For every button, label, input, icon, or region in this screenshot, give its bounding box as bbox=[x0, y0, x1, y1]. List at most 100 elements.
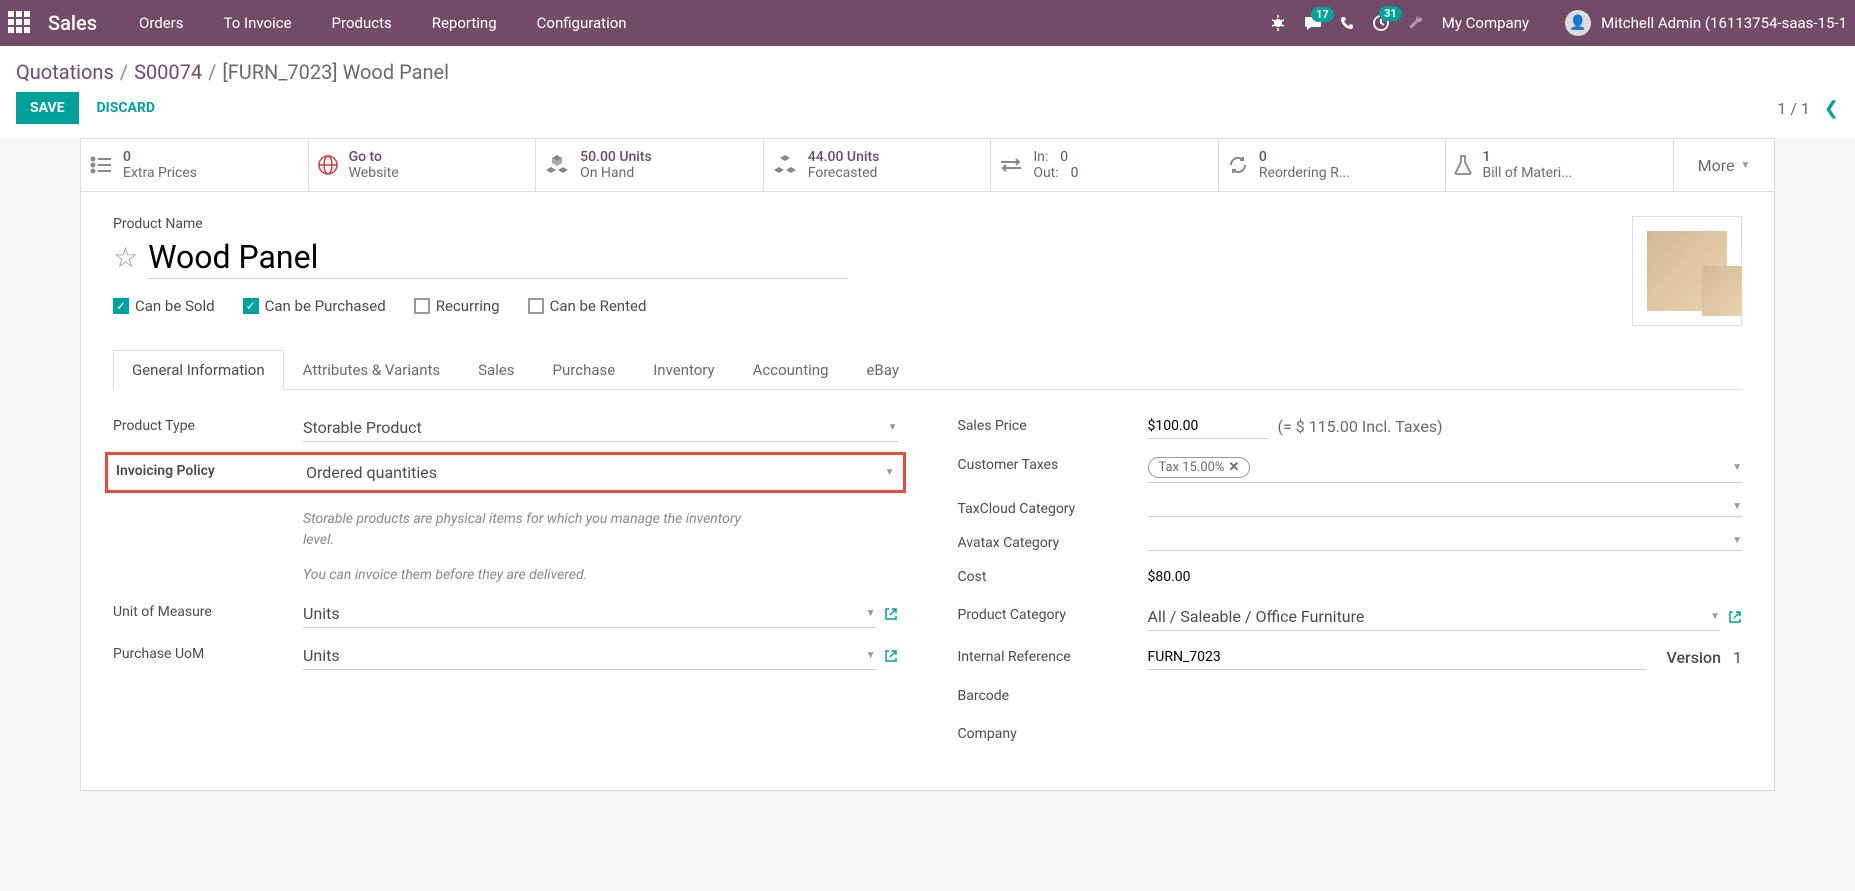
company-selector[interactable]: My Company bbox=[1442, 14, 1529, 32]
tab-inventory[interactable]: Inventory bbox=[634, 350, 733, 389]
nav-menu: Orders To Invoice Products Reporting Con… bbox=[125, 6, 641, 40]
product-category-select[interactable]: All / Saleable / Office Furniture ▼ bbox=[1148, 603, 1721, 631]
barcode-input[interactable] bbox=[1148, 684, 1743, 708]
remove-tax-icon[interactable]: ✕ bbox=[1228, 460, 1239, 475]
tools-icon[interactable] bbox=[1408, 15, 1424, 31]
stat-more[interactable]: More ▼ bbox=[1674, 139, 1774, 191]
external-link-icon[interactable] bbox=[884, 607, 898, 621]
tab-accounting[interactable]: Accounting bbox=[734, 350, 848, 389]
cost-label: Cost bbox=[958, 565, 1148, 585]
help-text-2: You can invoice them before they are del… bbox=[303, 565, 743, 586]
stat-bom[interactable]: 1Bill of Materi... bbox=[1446, 139, 1674, 191]
uom-select[interactable]: Units ▼ bbox=[303, 600, 876, 628]
sales-price-label: Sales Price bbox=[958, 414, 1148, 434]
caret-down-icon: ▼ bbox=[1741, 160, 1751, 171]
breadcrumb-order[interactable]: S00074 bbox=[134, 60, 202, 84]
messages-badge: 17 bbox=[1311, 7, 1334, 22]
checkbox-can-be-rented[interactable]: Can be Rented bbox=[528, 297, 647, 315]
taxcloud-label: TaxCloud Category bbox=[958, 497, 1148, 517]
messages-icon[interactable]: 17 bbox=[1304, 15, 1322, 31]
nav-reporting[interactable]: Reporting bbox=[418, 6, 511, 40]
stat-reordering[interactable]: 0Reordering R... bbox=[1219, 139, 1447, 191]
phone-icon[interactable] bbox=[1340, 16, 1354, 30]
caret-down-icon: ▼ bbox=[866, 608, 876, 619]
cubes-icon bbox=[544, 154, 570, 176]
barcode-label: Barcode bbox=[958, 684, 1148, 704]
stat-in-out[interactable]: In:0 Out:0 bbox=[991, 139, 1219, 191]
tab-attributes-variants[interactable]: Attributes & Variants bbox=[284, 350, 459, 389]
avatax-select[interactable]: ▼ bbox=[1148, 531, 1743, 551]
product-name-input[interactable] bbox=[148, 236, 848, 279]
tab-sales[interactable]: Sales bbox=[459, 350, 533, 389]
globe-icon bbox=[317, 154, 339, 176]
pager-next-icon[interactable]: ❮ bbox=[1824, 98, 1839, 119]
user-name: Mitchell Admin (16113754-saas-15-1 bbox=[1601, 14, 1847, 32]
help-text-1: Storable products are physical items for… bbox=[303, 509, 743, 551]
list-icon bbox=[89, 155, 113, 175]
user-menu[interactable]: 👤 Mitchell Admin (16113754-saas-15-1 bbox=[1565, 10, 1847, 36]
nav-products[interactable]: Products bbox=[318, 6, 406, 40]
caret-down-icon: ▼ bbox=[1710, 611, 1720, 622]
purchase-uom-select[interactable]: Units ▼ bbox=[303, 642, 876, 670]
sales-price-input[interactable] bbox=[1148, 414, 1268, 439]
avatax-label: Avatax Category bbox=[958, 531, 1148, 551]
nav-to-invoice[interactable]: To Invoice bbox=[210, 6, 306, 40]
wood-panel-image bbox=[1647, 231, 1727, 311]
apps-icon[interactable] bbox=[8, 11, 32, 35]
tab-ebay[interactable]: eBay bbox=[847, 350, 917, 389]
activities-badge: 31 bbox=[1379, 6, 1402, 21]
customer-taxes-select[interactable]: Tax 15.00%✕ ▼ bbox=[1148, 453, 1743, 483]
system-tray: 17 31 My Company 👤 Mitchell Admin (16113… bbox=[1270, 10, 1847, 36]
breadcrumb-current: [FURN_7023] Wood Panel bbox=[222, 60, 449, 84]
save-button[interactable]: SAVE bbox=[16, 92, 79, 124]
activities-icon[interactable]: 31 bbox=[1372, 14, 1390, 32]
purchase-uom-label: Purchase UoM bbox=[113, 642, 303, 662]
invoicing-policy-select[interactable]: Ordered quantities ▼ bbox=[306, 459, 895, 486]
version-value: 1 bbox=[1733, 648, 1742, 667]
external-link-icon[interactable] bbox=[1728, 610, 1742, 624]
caret-down-icon: ▼ bbox=[866, 650, 876, 661]
caret-down-icon: ▼ bbox=[1732, 535, 1742, 546]
product-type-select[interactable]: Storable Product ▼ bbox=[303, 414, 898, 442]
pager: 1 / 1 ❮ bbox=[1777, 98, 1839, 119]
nav-orders[interactable]: Orders bbox=[125, 6, 198, 40]
caret-down-icon: ▼ bbox=[1732, 462, 1742, 473]
top-navbar: Sales Orders To Invoice Products Reporti… bbox=[0, 0, 1855, 46]
invoicing-policy-highlight: Invoicing Policy Ordered quantities ▼ bbox=[105, 452, 906, 493]
tab-purchase[interactable]: Purchase bbox=[534, 350, 635, 389]
tax-tag[interactable]: Tax 15.00%✕ bbox=[1148, 457, 1251, 478]
bug-icon[interactable] bbox=[1270, 15, 1286, 31]
transfer-icon bbox=[999, 156, 1023, 174]
sales-price-note: (= $ 115.00 Incl. Taxes) bbox=[1278, 417, 1443, 436]
product-category-label: Product Category bbox=[958, 603, 1148, 623]
checkbox-recurring[interactable]: Recurring bbox=[414, 297, 500, 315]
cost-input[interactable] bbox=[1148, 565, 1268, 589]
company-label: Company bbox=[958, 722, 1148, 742]
stat-forecasted[interactable]: 44.00 UnitsForecasted bbox=[764, 139, 992, 191]
caret-down-icon: ▼ bbox=[888, 422, 898, 433]
nav-configuration[interactable]: Configuration bbox=[523, 6, 641, 40]
breadcrumb-quotations[interactable]: Quotations bbox=[16, 60, 114, 84]
favorite-star-icon[interactable]: ☆ bbox=[113, 241, 138, 274]
external-link-icon[interactable] bbox=[884, 649, 898, 663]
caret-down-icon: ▼ bbox=[1732, 501, 1742, 512]
customer-taxes-label: Customer Taxes bbox=[958, 453, 1148, 473]
invoicing-policy-label: Invoicing Policy bbox=[116, 459, 306, 479]
checkbox-can-be-purchased[interactable]: ✓Can be Purchased bbox=[243, 297, 386, 315]
left-column: Product Type Storable Product ▼ Invoicin… bbox=[113, 414, 898, 742]
discard-button[interactable]: DISCARD bbox=[97, 100, 155, 116]
internal-ref-label: Internal Reference bbox=[958, 645, 1148, 665]
uom-label: Unit of Measure bbox=[113, 600, 303, 620]
stat-website[interactable]: Go toWebsite bbox=[309, 139, 537, 191]
internal-ref-input[interactable] bbox=[1148, 645, 1647, 670]
stat-on-hand[interactable]: 50.00 UnitsOn Hand bbox=[536, 139, 764, 191]
version-label: Version bbox=[1666, 648, 1721, 667]
tab-general-information[interactable]: General Information bbox=[113, 350, 284, 390]
taxcloud-select[interactable]: ▼ bbox=[1148, 497, 1743, 517]
stat-extra-prices[interactable]: 0Extra Prices bbox=[81, 139, 309, 191]
product-image[interactable] bbox=[1632, 216, 1742, 326]
stat-buttons-row: 0Extra Prices Go toWebsite 50.00 UnitsOn… bbox=[81, 139, 1774, 192]
checkbox-can-be-sold[interactable]: ✓Can be Sold bbox=[113, 297, 215, 315]
form-sheet: 0Extra Prices Go toWebsite 50.00 UnitsOn… bbox=[80, 138, 1775, 791]
app-brand[interactable]: Sales bbox=[48, 11, 97, 35]
